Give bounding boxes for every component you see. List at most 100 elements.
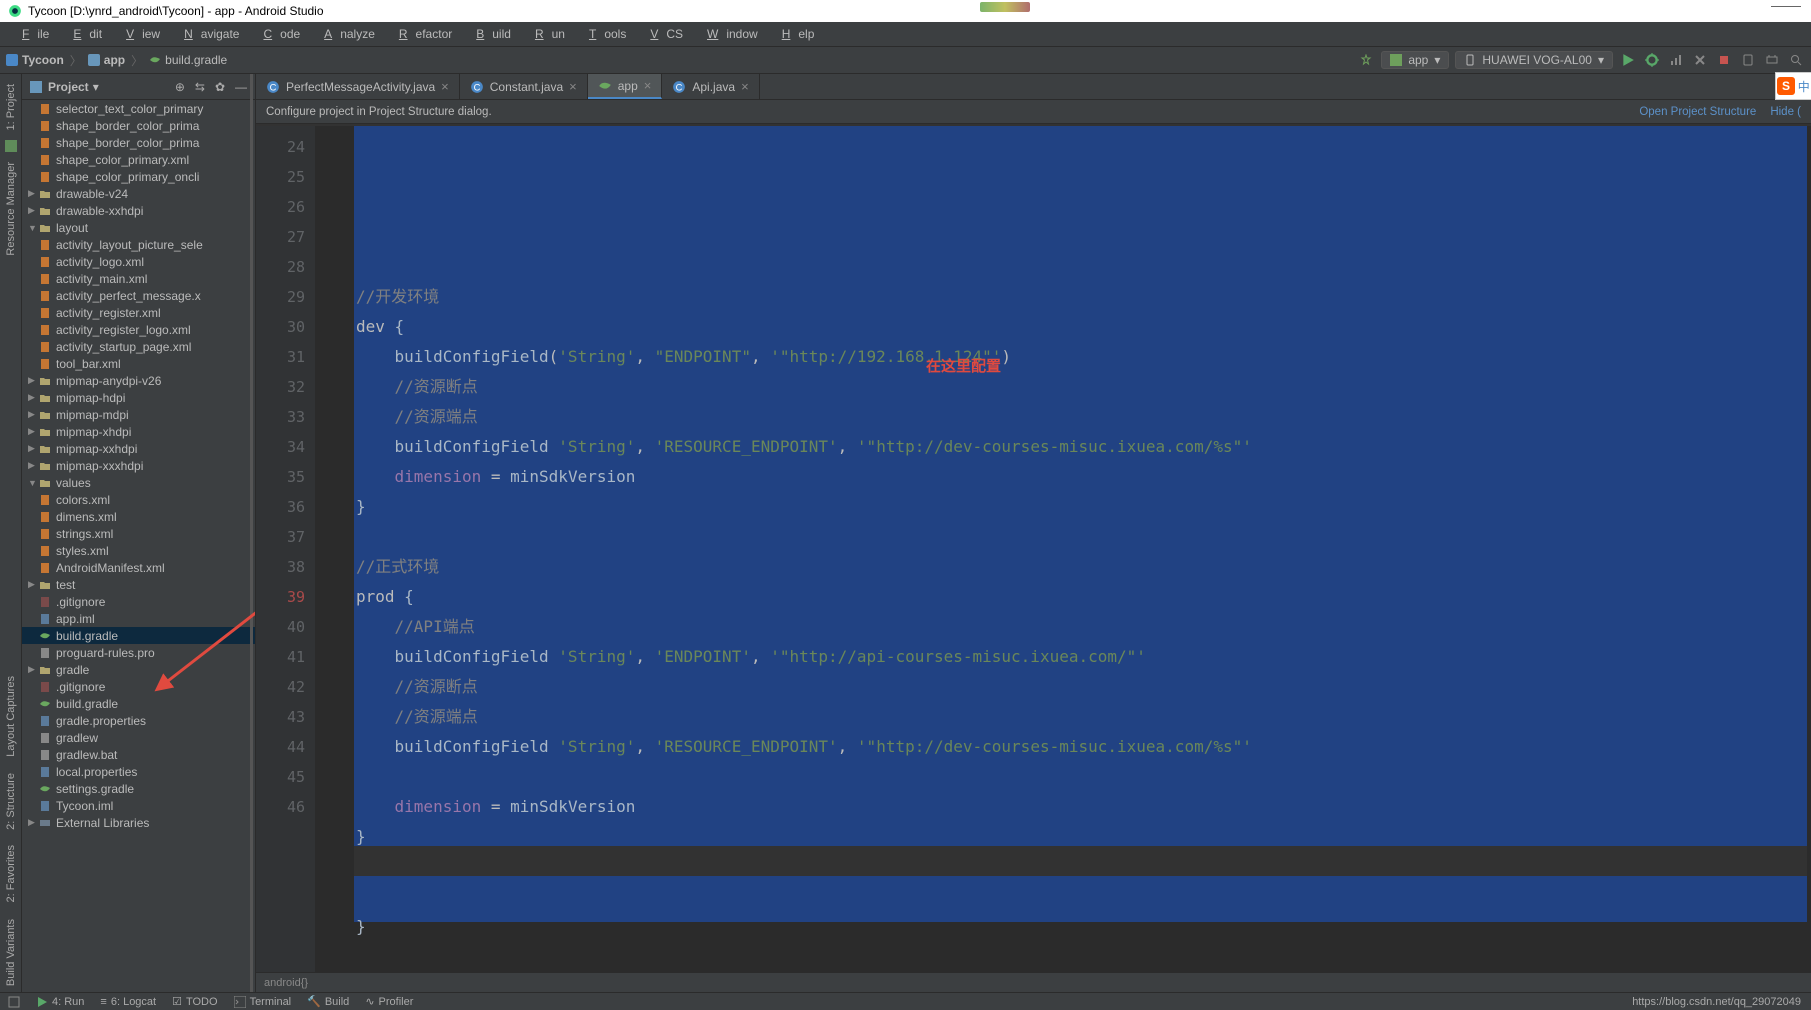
stop-button[interactable]: [1715, 51, 1733, 69]
line-number[interactable]: 38: [256, 552, 305, 582]
editor-gutter[interactable]: 2425262728293031323334353637383940414243…: [256, 126, 316, 972]
file-shape-color-primary-oncli[interactable]: shape_color_primary_oncli: [22, 168, 255, 185]
tree-arrow-icon[interactable]: ▶: [28, 426, 38, 437]
menu-navigate[interactable]: Navigate: [168, 27, 247, 41]
editor-tab-perfectmessageactivity-java[interactable]: CPerfectMessageActivity.java×: [256, 74, 460, 99]
tree-arrow-icon[interactable]: ▶: [28, 443, 38, 454]
tree-arrow-icon[interactable]: ▶: [28, 392, 38, 403]
file-activity-perfect-message-x[interactable]: activity_perfect_message.x: [22, 287, 255, 304]
close-tab-icon[interactable]: ×: [441, 79, 449, 94]
menu-view[interactable]: View: [110, 27, 168, 41]
tree-arrow-icon[interactable]: ▶: [28, 205, 38, 216]
file--gitignore[interactable]: .gitignore: [22, 678, 255, 695]
editor-tab-api-java[interactable]: CApi.java×: [662, 74, 759, 99]
menu-file[interactable]: File: [6, 27, 57, 41]
project-tree[interactable]: selector_text_color_primaryshape_border_…: [22, 100, 255, 992]
run-config-selector[interactable]: app ▾: [1381, 51, 1449, 69]
status-profiler-tab[interactable]: ∿Profiler: [357, 995, 421, 1008]
tree-arrow-icon[interactable]: ▶: [28, 579, 38, 590]
folder-gradle[interactable]: ▶gradle: [22, 661, 255, 678]
status-build-tab[interactable]: 🔨Build: [299, 995, 357, 1008]
file-gradlew[interactable]: gradlew: [22, 729, 255, 746]
show-tool-windows-icon[interactable]: [0, 996, 28, 1008]
project-label[interactable]: Project: [48, 80, 89, 94]
ime-floating-toolbar[interactable]: S 中: [1775, 72, 1811, 100]
menu-run[interactable]: Run: [519, 27, 573, 41]
menu-refactor[interactable]: Refactor: [383, 27, 460, 41]
file-styles-xml[interactable]: styles.xml: [22, 542, 255, 559]
menu-edit[interactable]: Edit: [57, 27, 110, 41]
tree-arrow-icon[interactable]: ▶: [28, 460, 38, 471]
line-number[interactable]: 35: [256, 462, 305, 492]
menu-help[interactable]: Help: [766, 27, 823, 41]
tree-arrow-icon[interactable]: ▼: [28, 478, 38, 488]
folder-test[interactable]: ▶test: [22, 576, 255, 593]
folder-mipmap-anydpi-v26[interactable]: ▶mipmap-anydpi-v26: [22, 372, 255, 389]
line-number[interactable]: 39: [256, 582, 305, 612]
file-activity-layout-picture-sele[interactable]: activity_layout_picture_sele: [22, 236, 255, 253]
rail-layout-captures[interactable]: Layout Captures: [3, 670, 19, 763]
file-build-gradle[interactable]: build.gradle: [22, 695, 255, 712]
editor-tab-constant-java[interactable]: CConstant.java×: [460, 74, 588, 99]
close-tab-icon[interactable]: ×: [569, 79, 577, 94]
debug-button[interactable]: [1643, 51, 1661, 69]
editor-tab-app[interactable]: app×: [588, 74, 663, 99]
code-editor[interactable]: 在这里配置 //开发环境 dev { buildConfigField('Str…: [316, 126, 1811, 972]
file-proguard-rules-pro[interactable]: proguard-rules.pro: [22, 644, 255, 661]
line-number[interactable]: 30: [256, 312, 305, 342]
gear-icon[interactable]: ✿: [215, 80, 225, 94]
file-androidmanifest-xml[interactable]: AndroidManifest.xml: [22, 559, 255, 576]
tree-arrow-icon[interactable]: ▶: [28, 188, 38, 199]
menu-vcs[interactable]: VCS: [634, 27, 691, 41]
file-dimens-xml[interactable]: dimens.xml: [22, 508, 255, 525]
sync-project-icon[interactable]: [1357, 51, 1375, 69]
rail-structure[interactable]: 2: Structure: [3, 767, 19, 836]
line-number[interactable]: 29: [256, 282, 305, 312]
file-gradlew-bat[interactable]: gradlew.bat: [22, 746, 255, 763]
line-number[interactable]: 33: [256, 402, 305, 432]
resource-manager-icon[interactable]: [5, 140, 17, 152]
folder-drawable-v24[interactable]: ▶drawable-v24: [22, 185, 255, 202]
file-activity-main-xml[interactable]: activity_main.xml: [22, 270, 255, 287]
hide-notification-link[interactable]: Hide (: [1770, 106, 1801, 118]
line-number[interactable]: 45: [256, 762, 305, 792]
file-strings-xml[interactable]: strings.xml: [22, 525, 255, 542]
locate-icon[interactable]: ⊕: [175, 80, 185, 94]
file-tool-bar-xml[interactable]: tool_bar.xml: [22, 355, 255, 372]
file-build-gradle[interactable]: build.gradle: [22, 627, 255, 644]
chevron-down-icon[interactable]: ▾: [93, 80, 99, 94]
tree-arrow-icon[interactable]: ▶: [28, 817, 38, 828]
close-tab-icon[interactable]: ×: [644, 78, 652, 93]
editor-breadcrumb-bar[interactable]: android{}: [256, 972, 1811, 992]
rail-project[interactable]: 1: Project: [3, 78, 19, 136]
attach-debugger-button[interactable]: [1691, 51, 1709, 69]
sdk-manager-button[interactable]: [1763, 51, 1781, 69]
file-settings-gradle[interactable]: settings.gradle: [22, 780, 255, 797]
folder-mipmap-mdpi[interactable]: ▶mipmap-mdpi: [22, 406, 255, 423]
rail-favorites[interactable]: 2: Favorites: [3, 839, 19, 908]
file-gradle-properties[interactable]: gradle.properties: [22, 712, 255, 729]
folder-external-libraries[interactable]: ▶External Libraries: [22, 814, 255, 831]
status-terminal-tab[interactable]: Terminal: [226, 996, 300, 1008]
file-activity-startup-page-xml[interactable]: activity_startup_page.xml: [22, 338, 255, 355]
line-number[interactable]: 44: [256, 732, 305, 762]
folder-mipmap-xxhdpi[interactable]: ▶mipmap-xxhdpi: [22, 440, 255, 457]
line-number[interactable]: 41: [256, 642, 305, 672]
file-activity-register-logo-xml[interactable]: activity_register_logo.xml: [22, 321, 255, 338]
status-logcat-tab[interactable]: ≡6: Logcat: [92, 996, 164, 1008]
status-run-tab[interactable]: 4: Run: [28, 996, 92, 1008]
file-shape-border-color-prima[interactable]: shape_border_color_prima: [22, 134, 255, 151]
rail-build-variants[interactable]: Build Variants: [3, 913, 19, 992]
hide-panel-icon[interactable]: —: [235, 80, 247, 94]
folder-values[interactable]: ▼values: [22, 474, 255, 491]
line-number[interactable]: 25: [256, 162, 305, 192]
line-number[interactable]: 36: [256, 492, 305, 522]
menu-code[interactable]: Code: [247, 27, 308, 41]
close-tab-icon[interactable]: ×: [741, 79, 749, 94]
file-shape-border-color-prima[interactable]: shape_border_color_prima: [22, 117, 255, 134]
breadcrumb[interactable]: Tycoon 〉 app 〉 build.gradle: [6, 52, 227, 69]
line-number[interactable]: 24: [256, 132, 305, 162]
line-number[interactable]: 46: [256, 792, 305, 822]
run-button[interactable]: [1619, 51, 1637, 69]
folder-layout[interactable]: ▼layout: [22, 219, 255, 236]
